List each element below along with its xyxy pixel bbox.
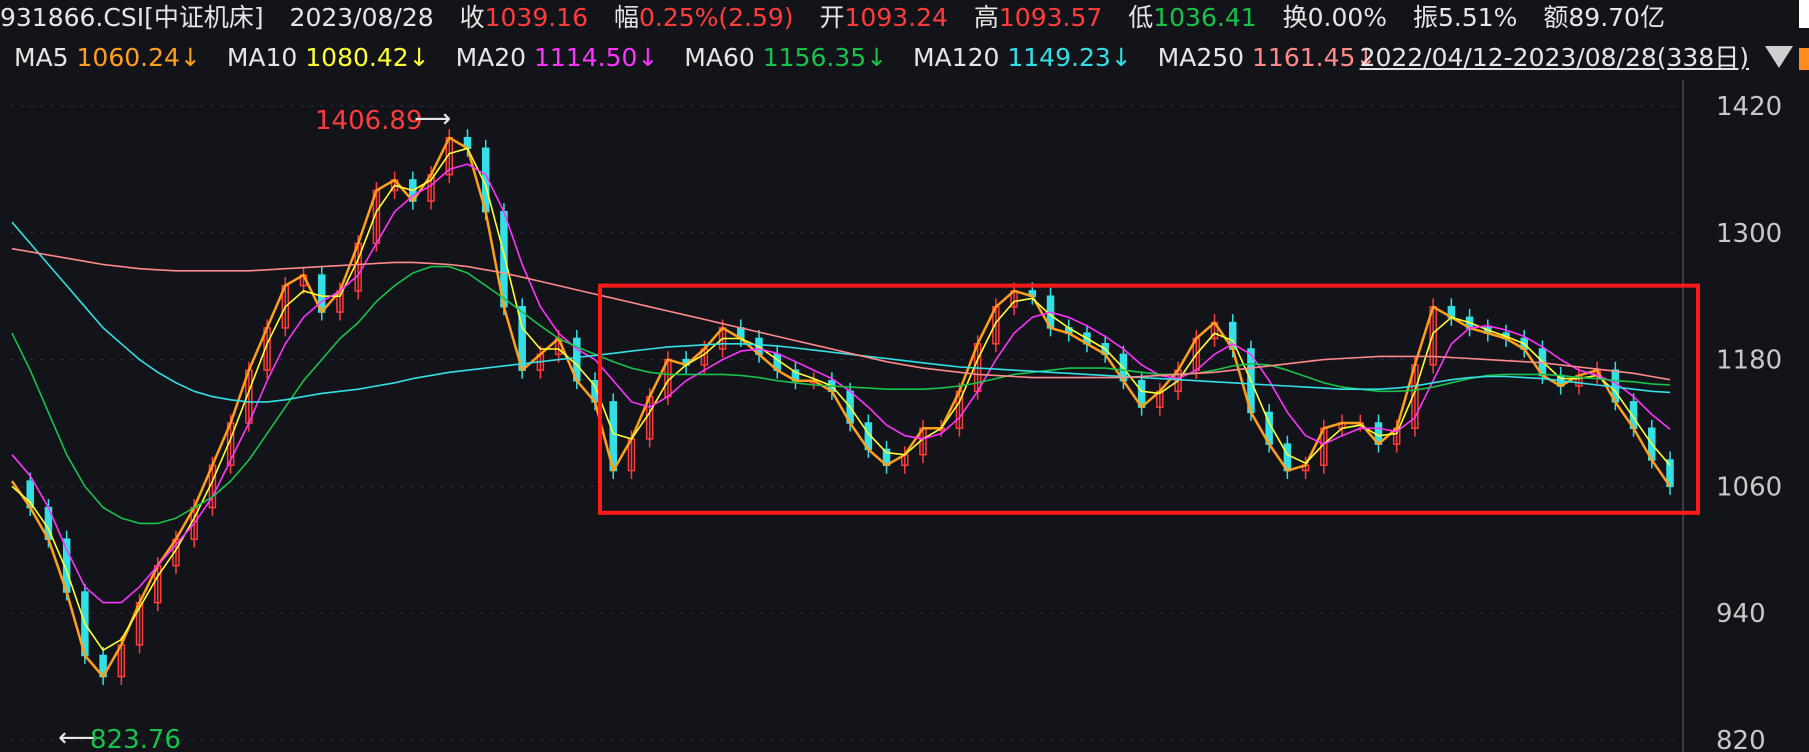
turnover-label: 换: [1282, 3, 1308, 32]
ma120-legend: MA120 1149.23↓: [913, 40, 1132, 76]
close-value: 1039.16: [484, 3, 588, 32]
ma250-label: MA250: [1157, 43, 1245, 72]
y-tick-label: 1300: [1716, 219, 1782, 249]
y-tick-label: 1420: [1716, 92, 1782, 122]
ma5-legend: MA5 1060.24↓: [14, 40, 201, 76]
ma250-legend: MA250 1161.45↓: [1158, 40, 1377, 76]
y-tick-label: 1180: [1716, 346, 1782, 376]
open-field: 开1093.24: [820, 0, 948, 36]
ma60-value: 1156.35↓: [762, 43, 888, 72]
ma120-line: [11, 221, 1671, 403]
high-arrow-icon: ⟶: [414, 104, 451, 134]
close-field: 收1039.16: [460, 0, 588, 36]
change-label: 幅: [613, 3, 639, 32]
y-tick-label: 1060: [1716, 472, 1782, 502]
ma250-value: 1161.45↓: [1252, 43, 1377, 72]
ma20-value: 1114.50↓: [534, 43, 659, 72]
ma20-legend: MA20 1114.50↓: [456, 40, 659, 76]
ma60-legend: MA60 1156.35↓: [684, 40, 887, 76]
date-range-link[interactable]: 2022/04/12-2023/08/28(338日): [1360, 40, 1749, 76]
low-field: 低1036.41: [1128, 0, 1256, 36]
high-label: 高: [973, 3, 999, 32]
amplitude-field: 振5.51%: [1413, 0, 1517, 36]
low-label: 低: [1128, 3, 1154, 32]
high-annotation: 1406.89: [315, 106, 423, 136]
ma5-line: [10, 136, 1672, 678]
corner-marker: [1799, 0, 1809, 28]
high-value: 1093.57: [998, 3, 1103, 32]
open-label: 开: [819, 3, 845, 32]
ma10-value: 1080.42↓: [305, 43, 430, 72]
high-field: 高1093.57: [974, 0, 1102, 36]
close-label: 收: [459, 3, 485, 32]
corner-marker-orange: [1799, 48, 1809, 70]
index-code: 931866.CSI[中证机床]: [0, 3, 264, 32]
turnover-value: 0.00%: [1307, 3, 1388, 32]
change-field: 幅0.25%(2.59): [614, 0, 794, 36]
turnover-field: 换0.00%: [1283, 0, 1387, 36]
open-value: 1093.24: [844, 3, 948, 32]
kline-chart: 1420130011801060940820 1406.89 ⟶ ⟵ 823.7…: [10, 80, 1782, 752]
ma120-value: 1149.23↓: [1007, 43, 1132, 72]
change-value: 0.25%(2.59): [638, 3, 794, 32]
y-axis-ticks: 1420 1300 1180 1060 940 820: [1716, 92, 1782, 752]
quote-date: 2023/08/28: [289, 3, 434, 32]
ma10-legend: MA10 1080.42↓: [227, 40, 430, 76]
ma5-label: MA5: [14, 43, 69, 72]
y-tick-label: 940: [1716, 599, 1766, 629]
amplitude-value: 5.51%: [1438, 3, 1518, 32]
low-value: 1036.41: [1153, 3, 1257, 32]
amount-label: 额: [1543, 3, 1569, 32]
amount-value: 89.70亿: [1568, 3, 1665, 32]
ma60-label: MA60: [684, 43, 755, 72]
dropdown-triangle-icon[interactable]: [1765, 46, 1793, 68]
ma5-value: 1060.24↓: [76, 43, 201, 72]
amplitude-label: 振: [1412, 3, 1438, 32]
ma20-label: MA20: [455, 43, 527, 72]
ma10-line: [11, 147, 1671, 652]
y-tick-label: 820: [1716, 726, 1766, 752]
ma-lines: [10, 136, 1672, 678]
ma20-line: [11, 163, 1671, 604]
low-annotation: 823.76: [90, 725, 181, 752]
quote-info-row: 931866.CSI[中证机床] 2023/08/28 收1039.16 幅0.…: [0, 0, 1809, 36]
amount-field: 额89.70亿: [1543, 0, 1665, 36]
ma10-label: MA10: [226, 43, 298, 72]
ma120-label: MA120: [913, 43, 1000, 72]
